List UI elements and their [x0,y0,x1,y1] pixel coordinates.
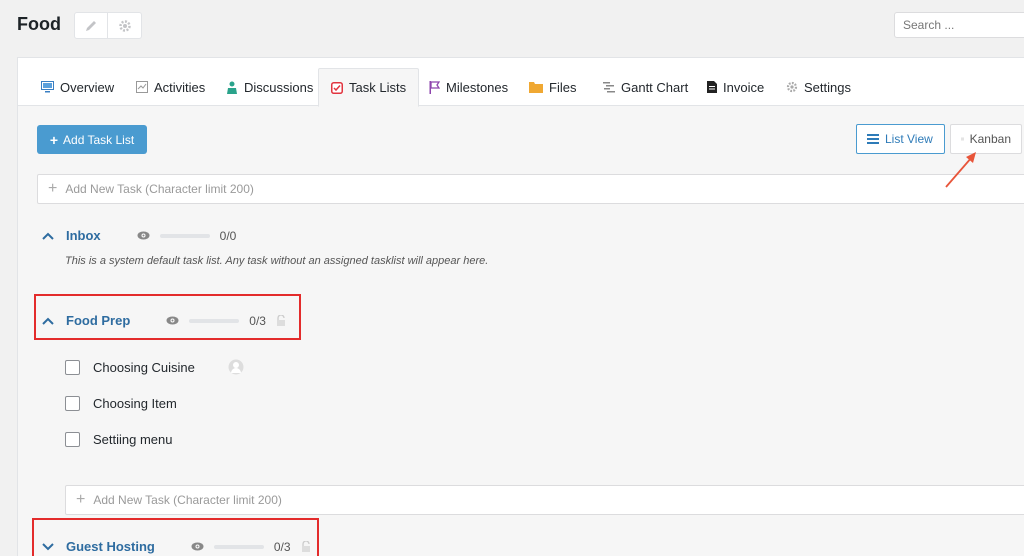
list-view-label: List View [885,132,933,146]
eye-icon[interactable] [137,231,150,240]
gear-icon [118,19,131,32]
tab-task-lists[interactable]: Task Lists [318,68,420,107]
document-icon [707,81,717,93]
tab-label: Milestones [446,79,509,95]
chevron-up-icon[interactable] [42,232,54,240]
plus-icon: + [76,491,86,508]
pencil-icon [86,20,96,31]
inbox-description: This is a system default task list. Any … [65,255,489,267]
plus-icon: + [49,131,59,148]
kanban-icon [961,137,964,141]
list-icon [867,134,879,144]
tab-bar: Overview Activities Discussions Task Lis… [18,58,1024,107]
highlight-box-guest-hosting [32,518,319,556]
add-new-task-placeholder: Add New Task (Character limit 200) [65,182,254,196]
task-item: Settiing menu [65,432,173,447]
task-checkbox[interactable] [65,359,80,375]
task-title[interactable]: Choosing Cuisine [93,360,195,375]
kanban-label: Kanban [969,132,1011,146]
project-title: Food [17,14,61,34]
task-item: Choosing Item [65,396,177,411]
task-checkbox[interactable] [65,396,80,411]
task-list-name[interactable]: Inbox [66,228,101,243]
task-item: Choosing Cuisine [65,359,244,375]
add-new-task-input[interactable]: + Add New Task (Character limit 200) [37,174,1024,204]
tab-label: Files [549,79,577,95]
add-task-list-button[interactable]: + Add Task List [37,125,147,154]
task-checkbox[interactable] [65,432,80,447]
task-title[interactable]: Choosing Item [93,396,177,411]
project-settings-button[interactable] [108,12,142,39]
avatar-icon[interactable] [228,359,244,375]
task-count: 0/0 [219,228,237,243]
tab-milestones[interactable]: Milestones [427,68,510,106]
tab-overview[interactable]: Overview [39,68,116,106]
plus-icon: + [48,180,58,197]
tab-label: Overview [60,79,115,95]
add-new-task-placeholder: Add New Task (Character limit 200) [93,493,282,507]
people-icon [227,81,237,94]
highlight-box-food-prep [34,294,301,340]
tab-invoice[interactable]: Invoice [705,68,766,106]
gantt-icon [603,82,615,93]
tab-label: Gantt Chart [621,79,689,95]
tab-gantt-chart[interactable]: Gantt Chart [601,68,690,106]
add-new-task-input[interactable]: + Add New Task (Character limit 200) [65,485,1024,515]
search-input[interactable] [894,12,1024,38]
gear-icon [786,81,798,93]
monitor-icon [41,81,54,93]
edit-project-button[interactable] [74,12,108,39]
tab-files[interactable]: Files [527,68,578,106]
tab-label: Invoice [723,79,765,95]
list-view-button[interactable]: List View [856,124,945,154]
task-title[interactable]: Settiing menu [93,432,173,447]
activity-icon [136,81,148,93]
add-task-list-label: Add Task List [63,132,135,147]
tab-label: Discussions [244,79,314,95]
progress-bar [159,233,210,238]
tab-label: Settings [804,79,851,95]
task-list-header-inbox: Inbox 0/0 [42,228,236,243]
tab-discussions[interactable]: Discussions [224,68,315,106]
flag-icon [429,80,440,94]
tab-settings[interactable]: Settings [784,68,853,106]
folder-icon [529,82,543,93]
annotation-arrow [945,152,976,188]
tab-label: Activities [154,79,206,95]
checkbox-icon [331,81,343,94]
tab-label: Task Lists [349,80,407,95]
tab-activities[interactable]: Activities [134,68,207,106]
